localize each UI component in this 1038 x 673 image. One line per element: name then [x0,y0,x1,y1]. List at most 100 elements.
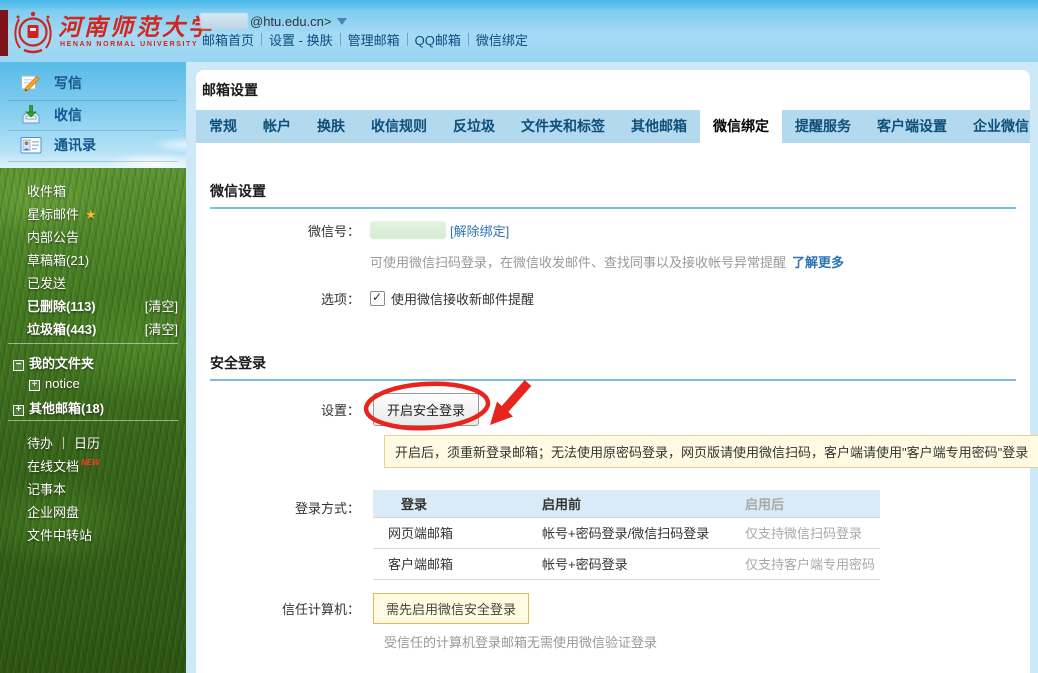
new-badge: NEW [81,458,100,467]
tab-reminder-service[interactable]: 提醒服务 [782,110,864,143]
settings-tab-bar: 常规 帐户 换肤 收信规则 反垃圾 文件夹和标签 其他邮箱 微信绑定 提醒服务 … [196,110,1030,143]
nav-separator [340,33,341,46]
wechat-notify-checkbox[interactable] [370,291,385,306]
wechat-id-row: 微信号： [解除绑定] [196,218,1016,242]
university-name-cn: 河南师范大学 [58,8,214,42]
nav-separator [261,33,262,46]
login-methods-table: 登录 启用前 启用后 网页端邮箱 帐号+密码登录/微信扫码登录 仅支持微信扫码登… [373,490,880,580]
folder-spam[interactable]: 垃圾箱(443) [27,319,96,338]
tab-other-mailboxes[interactable]: 其他邮箱 [618,110,700,143]
table-row: 网页端邮箱 帐号+密码登录/微信扫码登录 仅支持微信扫码登录 [373,517,880,548]
security-setting-row: 设置： 开启安全登录 [196,394,1016,424]
sidebar-separator [8,130,178,131]
trusted-computer-description: 受信任的计算机登录邮箱无需使用微信验证登录 [384,632,657,651]
setting-label: 设置： [196,400,360,419]
nav-settings-skin[interactable]: 设置 - 换肤 [269,30,333,49]
sidebar-divider [8,420,178,421]
nav-qq-mail[interactable]: QQ邮箱 [415,30,461,49]
clear-deleted-link[interactable]: [清空] [145,296,178,315]
sidebar-item-file-transfer[interactable]: 文件中转站 [27,525,92,544]
settings-panel: 邮箱设置 常规 帐户 换肤 收信规则 反垃圾 文件夹和标签 其他邮箱 微信绑定 … [196,70,1030,673]
learn-more-link[interactable]: 了解更多 [792,255,844,270]
collapse-icon[interactable] [13,360,24,371]
compose-icon [20,72,42,94]
sidebar-item-notebook[interactable]: 记事本 [27,479,66,498]
university-name-en: HENAN NORMAL UNIVERSITY [60,41,198,48]
folder-notice-node[interactable]: notice [29,376,80,391]
tab-mail-rules[interactable]: 收信规则 [358,110,440,143]
nav-manage-mail[interactable]: 管理邮箱 [348,30,400,49]
folder-drafts[interactable]: 草稿箱(21) [27,250,89,269]
logo-edge-strip [0,10,8,56]
login-methods-label: 登录方式： [196,490,360,517]
options-row: 选项： 使用微信接收新邮件提醒 [196,288,1016,308]
tab-folders-labels[interactable]: 文件夹和标签 [508,110,618,143]
tab-client-settings[interactable]: 客户端设置 [864,110,960,143]
table-row: 客户端邮箱 帐号+密码登录 仅支持客户端专用密码 [373,548,880,579]
page-title: 邮箱设置 [202,80,258,100]
folder-inbox[interactable]: 收件箱 [27,181,66,200]
contacts-icon [20,134,42,156]
header-nav: 邮箱首页 设置 - 换肤 管理邮箱 QQ邮箱 微信绑定 [202,30,528,49]
expand-icon[interactable] [13,405,24,416]
receive-mail-button[interactable]: 收信 [20,104,82,126]
trusted-computer-label: 信任计算机： [196,599,360,618]
top-header: 河南师范大学 HENAN NORMAL UNIVERSITY @htu.edu.… [0,0,1038,62]
enable-secure-login-button[interactable]: 开启安全登录 [373,393,479,426]
wechat-notify-text: 使用微信接收新邮件提醒 [391,289,534,308]
other-mailboxes-node[interactable]: 其他邮箱(18) [13,398,104,417]
trusted-computer-button[interactable]: 需先启用微信安全登录 [373,593,529,624]
contacts-button[interactable]: 通讯录 [20,134,96,156]
unbind-link[interactable]: [解除绑定] [450,221,509,240]
sidebar-item-todo[interactable]: 待办 [27,436,53,451]
login-methods-row: 登录方式： 登录 启用前 启用后 网页端邮箱 帐号+密码登录/微信扫码登录 仅支… [196,490,1016,580]
sidebar-separator [8,161,178,162]
folder-sent[interactable]: 已发送 [27,273,66,292]
sidebar-divider [8,343,178,344]
tab-skin[interactable]: 换肤 [304,110,358,143]
col-after-enable: 启用后 [744,490,880,517]
options-label: 选项： [196,289,360,308]
compose-button[interactable]: 写信 [20,72,82,94]
nav-mail-home[interactable]: 邮箱首页 [202,30,254,49]
col-login: 登录 [373,490,541,517]
wechat-description: 可使用微信扫码登录，在微信收发邮件、查找同事以及接收帐号异常提醒了解更多 [370,252,844,271]
security-login-header: 安全登录 [210,353,1016,381]
folder-announcements[interactable]: 内部公告 [27,227,79,246]
nav-separator [407,33,408,46]
tab-enterprise-wechat[interactable]: 企业微信 [960,110,1030,143]
dropdown-arrow-icon [337,18,347,25]
university-emblem-icon [12,9,54,55]
sidebar-separator [8,100,178,101]
trusted-computer-row: 信任计算机： 需先启用微信安全登录 [196,594,1016,622]
nav-separator [468,33,469,46]
tab-wechat-bind[interactable]: 微信绑定 [700,110,782,143]
account-dropdown[interactable]: @htu.edu.cn> [200,12,347,30]
clear-spam-link[interactable]: [清空] [145,319,178,338]
receive-mail-icon [20,104,42,126]
tab-antispam[interactable]: 反垃圾 [440,110,508,143]
wechat-settings-header: 微信设置 [210,181,1016,209]
sidebar-item-enterprise-disk[interactable]: 企业网盘 [27,502,79,521]
folder-starred[interactable]: 星标邮件 [27,204,97,223]
folder-deleted[interactable]: 已删除(113) [27,296,96,315]
star-icon [85,207,97,222]
tab-general[interactable]: 常规 [196,110,250,143]
nav-wechat-bind[interactable]: 微信绑定 [476,30,528,49]
sidebar-item-online-docs[interactable]: 在线文档NEW [27,456,100,475]
vertical-separator [63,437,64,449]
sidebar-item-calendar[interactable]: 日历 [74,436,100,451]
sidebar: 写信 收信 通讯录 收件箱 星标邮件 内部公告 草稿箱(21) 已发送 已删除(… [0,62,186,673]
webmail-settings-page: { "header": { "university_name_cn": "河南师… [0,0,1038,673]
tab-account[interactable]: 帐户 [250,110,304,143]
contacts-label: 通讯录 [54,135,96,155]
todo-calendar-row: 待办 日历 [27,433,100,452]
expand-icon[interactable] [29,380,40,391]
secure-login-warning: 开启后，须重新登录邮箱；无法使用原密码登录，网页版请使用微信扫码，客户端请使用"… [384,435,1038,468]
wechat-id-label: 微信号： [196,221,360,240]
table-header-row: 登录 启用前 启用后 [373,490,880,517]
my-folders-node[interactable]: 我的文件夹 [13,353,94,372]
col-before-enable: 启用前 [541,490,744,517]
compose-label: 写信 [54,73,82,93]
receive-mail-label: 收信 [54,105,82,125]
